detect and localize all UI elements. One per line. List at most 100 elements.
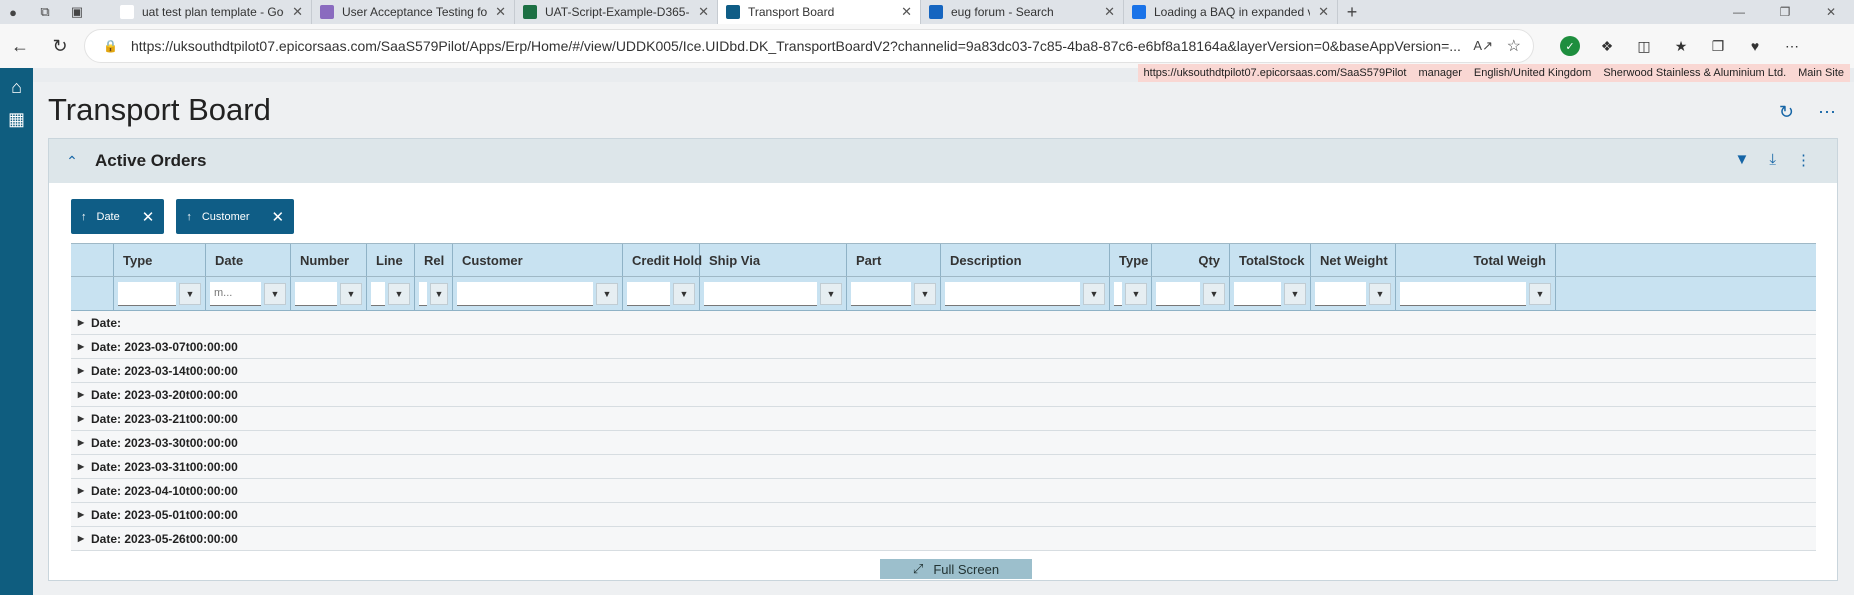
- column-filter-icon[interactable]: ▼: [1284, 282, 1306, 305]
- column-header[interactable]: TotalStock: [1230, 244, 1311, 276]
- maximize-icon[interactable]: ❐: [1762, 0, 1808, 24]
- group-row[interactable]: ▶ Date: 2023-03-20t00:00:00: [71, 383, 1816, 407]
- minimize-icon[interactable]: —: [1716, 0, 1762, 24]
- expand-group-icon[interactable]: ▶: [71, 366, 91, 375]
- close-tab-icon[interactable]: ✕: [901, 4, 912, 20]
- column-header[interactable]: Net Weight: [1311, 244, 1396, 276]
- lock-icon[interactable]: 🔒: [103, 39, 119, 53]
- expand-group-icon[interactable]: ▶: [71, 390, 91, 399]
- column-filter-icon[interactable]: ▼: [388, 282, 410, 305]
- browser-tab[interactable]: UAT-Script-Example-D365-Sales ✕: [515, 0, 718, 24]
- column-header[interactable]: Ship Via: [700, 244, 847, 276]
- column-header[interactable]: Part: [847, 244, 941, 276]
- favorite-star-icon[interactable]: ☆: [1507, 36, 1521, 56]
- kebab-menu-icon[interactable]: ⋮: [1796, 151, 1811, 169]
- column-filter-icon[interactable]: ▼: [1125, 282, 1147, 305]
- expand-group-icon[interactable]: ▶: [71, 510, 91, 519]
- column-header[interactable]: Qty: [1152, 244, 1230, 276]
- column-filter-icon[interactable]: ▼: [1369, 282, 1391, 305]
- sort-arrow-up-icon[interactable]: ↑: [186, 211, 192, 223]
- group-row[interactable]: ▶ Date: 2023-05-01t00:00:00: [71, 503, 1816, 527]
- profile-icon[interactable]: ●: [4, 3, 22, 21]
- column-header[interactable]: Type: [1110, 244, 1152, 276]
- column-filter-icon[interactable]: ▼: [820, 282, 842, 305]
- column-header[interactable]: Credit Hold: [623, 244, 702, 276]
- browser-tab[interactable]: eug forum - Search ✕: [921, 0, 1124, 24]
- expand-group-icon[interactable]: ▶: [71, 534, 91, 543]
- column-header[interactable]: Type: [114, 244, 206, 276]
- browser-tab[interactable]: User Acceptance Testing for D365 ✕: [312, 0, 515, 24]
- column-filter-icon[interactable]: ▼: [1529, 282, 1551, 305]
- close-tab-icon[interactable]: ✕: [698, 4, 709, 20]
- remove-group-icon[interactable]: ✕: [142, 208, 155, 226]
- expand-group-icon[interactable]: ▶: [71, 486, 91, 495]
- group-chip[interactable]: ↑ Date ✕: [71, 199, 165, 234]
- close-tab-icon[interactable]: ✕: [292, 4, 303, 20]
- sort-arrow-up-icon[interactable]: ↑: [81, 211, 87, 223]
- workspaces-icon[interactable]: ⧉: [36, 3, 54, 21]
- column-filter-input[interactable]: [704, 281, 817, 306]
- expand-group-icon[interactable]: ▶: [71, 462, 91, 471]
- group-row[interactable]: ▶ Date: 2023-03-21t00:00:00: [71, 407, 1816, 431]
- group-row[interactable]: ▶ Date: 2023-04-10t00:00:00: [71, 479, 1816, 503]
- group-row[interactable]: ▶ Date:: [71, 311, 1816, 335]
- tab-actions-icon[interactable]: ▣: [68, 3, 86, 21]
- column-filter-input[interactable]: [118, 281, 176, 306]
- expand-group-icon[interactable]: ▶: [71, 342, 91, 351]
- column-filter-icon[interactable]: ▼: [430, 282, 448, 305]
- browser-tab[interactable]: uat test plan template - Google S ✕: [112, 0, 312, 24]
- column-filter-input[interactable]: [295, 281, 337, 306]
- column-filter-input[interactable]: [627, 281, 670, 306]
- reload-icon[interactable]: ↻: [40, 36, 80, 57]
- group-row[interactable]: ▶ Date: 2023-05-26t00:00:00: [71, 527, 1816, 551]
- expand-group-icon[interactable]: ▶: [71, 414, 91, 423]
- column-filter-input[interactable]: m...: [210, 281, 261, 306]
- column-filter-input[interactable]: [1156, 281, 1200, 306]
- more-browser-icon[interactable]: ⋯: [1782, 36, 1802, 56]
- column-filter-icon[interactable]: ▼: [340, 282, 362, 305]
- back-icon[interactable]: ←: [0, 36, 40, 57]
- expand-group-icon[interactable]: ▶: [71, 318, 91, 327]
- column-filter-input[interactable]: [1315, 281, 1366, 306]
- column-filter-icon[interactable]: ▼: [179, 282, 201, 305]
- more-options-icon[interactable]: ⋯: [1818, 102, 1836, 123]
- column-header[interactable]: Customer: [453, 244, 623, 276]
- column-filter-input[interactable]: [371, 281, 385, 306]
- browser-tab[interactable]: Loading a BAQ in expanded view ✕: [1124, 0, 1338, 24]
- refresh-icon[interactable]: ↻: [1779, 102, 1794, 123]
- address-bar[interactable]: 🔒 https://uksouthdtpilot07.epicorsaas.co…: [84, 29, 1534, 63]
- column-header[interactable]: Rel: [415, 244, 453, 276]
- expand-group-icon[interactable]: ▶: [71, 438, 91, 447]
- column-header[interactable]: Total Weigh: [1396, 244, 1556, 276]
- column-header[interactable]: Description: [941, 244, 1110, 276]
- close-window-icon[interactable]: ✕: [1808, 0, 1854, 24]
- filter-icon[interactable]: ▼: [1735, 151, 1750, 169]
- column-header[interactable]: Line: [367, 244, 415, 276]
- column-filter-icon[interactable]: ▼: [673, 282, 695, 305]
- column-header[interactable]: Date: [206, 244, 291, 276]
- column-filter-icon[interactable]: ▼: [1083, 282, 1105, 305]
- group-row[interactable]: ▶ Date: 2023-03-14t00:00:00: [71, 359, 1816, 383]
- column-filter-icon[interactable]: ▼: [264, 282, 286, 305]
- column-header[interactable]: Number: [291, 244, 367, 276]
- column-filter-input[interactable]: [1114, 281, 1122, 306]
- group-row[interactable]: ▶ Date: 2023-03-07t00:00:00: [71, 335, 1816, 359]
- read-aloud-icon[interactable]: A↗: [1473, 38, 1493, 54]
- column-filter-input[interactable]: [1234, 281, 1281, 306]
- column-header[interactable]: [71, 244, 114, 276]
- close-tab-icon[interactable]: ✕: [1318, 4, 1329, 20]
- column-filter-input[interactable]: [851, 281, 911, 306]
- new-tab-icon[interactable]: +: [1338, 0, 1366, 24]
- close-tab-icon[interactable]: ✕: [1104, 4, 1115, 20]
- browser-tab[interactable]: Transport Board ✕: [718, 0, 921, 24]
- column-filter-icon[interactable]: ▼: [1203, 282, 1225, 305]
- url-text[interactable]: https://uksouthdtpilot07.epicorsaas.com/…: [131, 38, 1461, 54]
- collapse-chevron-icon[interactable]: ⌃: [49, 153, 95, 170]
- favorites-icon[interactable]: ★: [1671, 36, 1691, 56]
- close-tab-icon[interactable]: ✕: [495, 4, 506, 20]
- browser-essentials-icon[interactable]: ♥: [1745, 36, 1765, 56]
- group-chip[interactable]: ↑ Customer ✕: [176, 199, 295, 234]
- group-row[interactable]: ▶ Date: 2023-03-31t00:00:00: [71, 455, 1816, 479]
- download-icon[interactable]: ⤓: [1769, 151, 1776, 169]
- split-screen-icon[interactable]: ◫: [1634, 36, 1654, 56]
